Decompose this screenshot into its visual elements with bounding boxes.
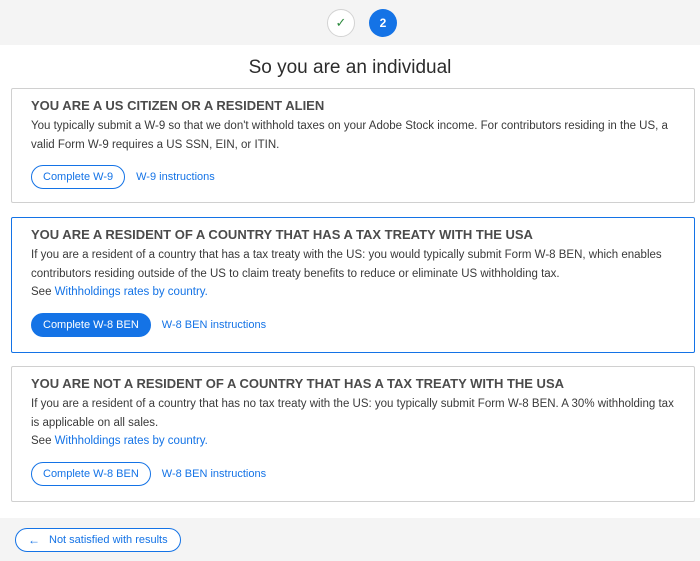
card-actions: Complete W-8 BEN W-8 BEN instructions bbox=[31, 312, 675, 337]
card-description: You typically submit a W-9 so that we do… bbox=[31, 120, 668, 151]
card-description: If you are a resident of a country that … bbox=[31, 395, 675, 451]
complete-w9-button[interactable]: Complete W-9 bbox=[31, 165, 126, 189]
see-prefix: See bbox=[31, 435, 55, 447]
step-2-number: 2 bbox=[379, 15, 387, 30]
checkmark-icon: ✓ bbox=[335, 14, 347, 30]
card-description: If you are a resident of a country that … bbox=[31, 246, 675, 302]
card-actions: Complete W-9 W-9 instructions bbox=[31, 165, 675, 189]
not-satisfied-label: Not satisfied with results bbox=[49, 533, 168, 546]
page-title: So you are an individual bbox=[248, 57, 452, 78]
card-title: YOU ARE A RESIDENT OF A COUNTRY THAT HAS… bbox=[31, 227, 533, 242]
footer-bar: ← Not satisfied with results bbox=[0, 518, 700, 561]
progress-stepper: ✓ 2 bbox=[0, 0, 700, 45]
complete-w8ben-button[interactable]: Complete W-8 BEN bbox=[31, 461, 151, 486]
card-description-text: If you are a resident of a country that … bbox=[31, 398, 674, 429]
w8ben-instructions-link[interactable]: W-8 BEN instructions bbox=[162, 319, 266, 331]
card-actions: Complete W-8 BEN W-8 BEN instructions bbox=[31, 461, 675, 486]
us-citizen-card: YOU ARE A US CITIZEN OR A RESIDENT ALIEN… bbox=[11, 88, 695, 203]
arrow-left-icon: ← bbox=[28, 532, 40, 547]
see-prefix: See bbox=[31, 286, 55, 298]
card-description-text: If you are a resident of a country that … bbox=[31, 249, 662, 280]
complete-w8ben-button[interactable]: Complete W-8 BEN bbox=[31, 312, 151, 337]
card-title: YOU ARE A US CITIZEN OR A RESIDENT ALIEN bbox=[31, 98, 325, 113]
step-2-current[interactable]: 2 bbox=[369, 8, 397, 37]
non-treaty-resident-card: YOU ARE NOT A RESIDENT OF A COUNTRY THAT… bbox=[11, 366, 695, 502]
step-1-complete[interactable]: ✓ bbox=[327, 8, 355, 37]
withholding-rates-link[interactable]: Withholdings rates by country. bbox=[55, 435, 208, 447]
withholding-rates-link[interactable]: Withholdings rates by country. bbox=[55, 286, 208, 298]
tax-treaty-resident-card: YOU ARE A RESIDENT OF A COUNTRY THAT HAS… bbox=[11, 217, 695, 353]
card-title: YOU ARE NOT A RESIDENT OF A COUNTRY THAT… bbox=[31, 376, 564, 391]
w9-instructions-link[interactable]: W-9 instructions bbox=[136, 171, 215, 183]
not-satisfied-button[interactable]: ← Not satisfied with results bbox=[15, 527, 181, 552]
w8ben-instructions-link[interactable]: W-8 BEN instructions bbox=[162, 468, 266, 480]
